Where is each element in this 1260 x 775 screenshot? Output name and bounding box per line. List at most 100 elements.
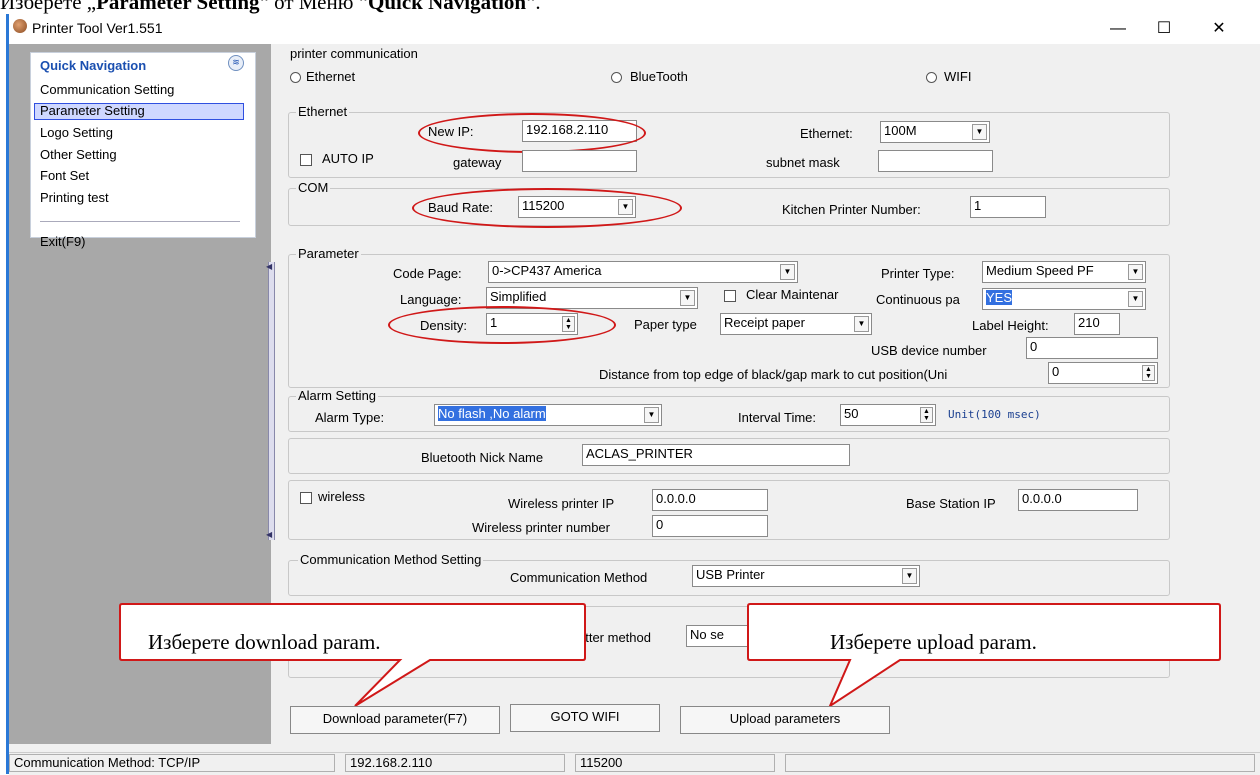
base-station-label: Base Station IP (906, 496, 996, 511)
printer-type-label: Printer Type: (881, 266, 955, 281)
chevron-down-icon: ▼ (972, 124, 987, 140)
ethernet-speed-label: Ethernet: (800, 126, 853, 141)
spinner-arrows-icon: ▲ ▼ (1142, 365, 1155, 381)
chevron-down-icon: ▼ (1128, 291, 1143, 307)
splitter-arrow-icon[interactable]: ◀ (266, 262, 272, 272)
download-parameter-button[interactable]: Download parameter(F7) (290, 706, 500, 734)
group-printer-communication: printer communication (288, 46, 420, 61)
interval-time-label: Interval Time: (738, 410, 817, 425)
annotation-ellipse (412, 188, 682, 228)
radio-wifi[interactable] (926, 72, 937, 83)
printer-app-icon (13, 19, 27, 33)
wireless-checkbox[interactable] (300, 492, 312, 504)
annotation-ellipse (418, 113, 646, 153)
com-group-title: COM (296, 180, 331, 195)
interval-time-spinner[interactable]: 50 ▲ ▼ (840, 404, 936, 426)
callout-upload-text: Изберете upload param. (830, 630, 1037, 654)
radio-ethernet-label: Ethernet (306, 69, 356, 84)
kitchen-printer-input[interactable]: 1 (970, 196, 1046, 218)
auto-ip-checkbox[interactable] (300, 154, 312, 166)
status-communication-method: Communication Method: TCP/IP (9, 754, 335, 772)
ethernet-speed-select[interactable]: 100M ▼ (880, 121, 990, 143)
nav-item-other-setting[interactable]: Other Setting (40, 147, 117, 162)
quick-navigation-panel (30, 52, 256, 238)
close-button[interactable]: ✕ (1196, 16, 1242, 42)
collapse-icon[interactable]: ≋ (228, 55, 244, 71)
status-ip: 192.168.2.110 (345, 754, 565, 772)
nav-item-parameter-setting[interactable]: Parameter Setting (40, 103, 145, 118)
clear-maintenance-checkbox[interactable] (724, 290, 736, 302)
status-baud: 115200 (575, 754, 775, 772)
chevron-down-icon: ▼ (1128, 264, 1143, 280)
wireless-label: wireless (318, 489, 365, 504)
chevron-down-icon: ▼ (780, 264, 795, 280)
printer-type-select[interactable]: Medium Speed PF ▼ (982, 261, 1146, 283)
window-title: Printer Tool Ver1.551 (32, 20, 163, 36)
radio-ethernet[interactable] (290, 72, 301, 83)
bluetooth-nick-input[interactable]: ACLAS_PRINTER (582, 444, 850, 466)
ethernet-group (288, 112, 1170, 178)
continuous-paper-label: Continuous pa (876, 292, 960, 307)
nav-item-font-set[interactable]: Font Set (40, 168, 89, 183)
alarm-group-title: Alarm Setting (296, 388, 379, 403)
wireless-number-label: Wireless printer number (472, 520, 610, 535)
gateway-label: gateway (453, 155, 502, 170)
spinner-arrows-icon: ▲ ▼ (920, 407, 933, 423)
document-instruction: Изберете „Parameter Setting“ от Меню “Qu… (0, 0, 541, 14)
annotation-ellipse (388, 306, 616, 344)
clear-maintenance-label: Clear Maintenar (746, 287, 839, 302)
status-empty-pane (785, 754, 1255, 772)
wireless-ip-input[interactable]: 0.0.0.0 (652, 489, 768, 511)
chevron-down-icon: ▼ (644, 407, 659, 423)
continuous-paper-select[interactable]: YES ▼ (982, 288, 1146, 310)
callout-upload (747, 603, 1221, 709)
chevron-down-icon: ▼ (902, 568, 917, 584)
subnet-mask-label: subnet mask (766, 155, 840, 170)
communication-method-select[interactable]: USB Printer ▼ (692, 565, 920, 587)
label-height-label: Label Height: (972, 318, 1049, 333)
communication-method-label: Communication Method (510, 570, 648, 585)
upload-parameters-button[interactable]: Upload parameters (680, 706, 890, 734)
paper-type-label: Paper type (634, 317, 697, 332)
language-label: Language: (400, 292, 462, 307)
alarm-type-select[interactable]: No flash ,No alarm ▼ (434, 404, 662, 426)
nav-item-exit[interactable]: Exit(F9) (40, 234, 86, 249)
usb-device-input[interactable]: 0 (1026, 337, 1158, 359)
nav-item-logo-setting[interactable]: Logo Setting (40, 125, 113, 140)
label-height-input[interactable]: 210 (1074, 313, 1120, 335)
callout-download-text: Изберете download param. (148, 630, 381, 654)
cut-distance-spinner[interactable]: 0 ▲ ▼ (1048, 362, 1158, 384)
radio-bluetooth[interactable] (611, 72, 622, 83)
subnet-mask-input[interactable] (878, 150, 993, 172)
code-page-select[interactable]: 0->CP437 America ▼ (488, 261, 798, 283)
callout-bubbles (119, 603, 1221, 709)
kitchen-printer-label: Kitchen Printer Number: (782, 202, 921, 217)
goto-wifi-button[interactable]: GOTO WIFI (510, 704, 660, 732)
quick-navigation-header: Quick Navigation (40, 58, 147, 73)
gateway-input[interactable] (522, 150, 637, 172)
nav-item-printing-test[interactable]: Printing test (40, 190, 109, 205)
base-station-input[interactable]: 0.0.0.0 (1018, 489, 1138, 511)
communication-method-group-title: Communication Method Setting (298, 552, 484, 567)
chevron-down-icon: ▼ (680, 290, 695, 306)
auto-ip-label: AUTO IP (322, 151, 374, 166)
radio-bluetooth-label: BlueTooth (630, 69, 688, 84)
paper-type-select[interactable]: Receipt paper ▼ (720, 313, 872, 335)
callout-download (119, 603, 586, 707)
maximize-button[interactable]: ☐ (1141, 16, 1187, 42)
alarm-type-label: Alarm Type: (315, 410, 385, 425)
minimize-button[interactable]: — (1095, 16, 1141, 42)
code-page-label: Code Page: (393, 266, 462, 281)
parameter-group-title: Parameter (296, 246, 361, 261)
bluetooth-nick-label: Bluetooth Nick Name (421, 450, 544, 465)
wireless-number-input[interactable]: 0 (652, 515, 768, 537)
nav-item-communication-setting[interactable]: Communication Setting (40, 82, 174, 97)
splitter-bar[interactable] (268, 262, 275, 540)
wireless-ip-label: Wireless printer IP (508, 496, 615, 511)
cut-distance-label: Distance from top edge of black/gap mark… (599, 367, 948, 382)
radio-wifi-label: WIFI (944, 69, 972, 84)
splitter-arrow-icon[interactable]: ◀ (266, 530, 272, 540)
ethernet-group-title: Ethernet (296, 104, 350, 119)
title-bar (9, 14, 1260, 44)
chevron-down-icon: ▼ (854, 316, 869, 332)
